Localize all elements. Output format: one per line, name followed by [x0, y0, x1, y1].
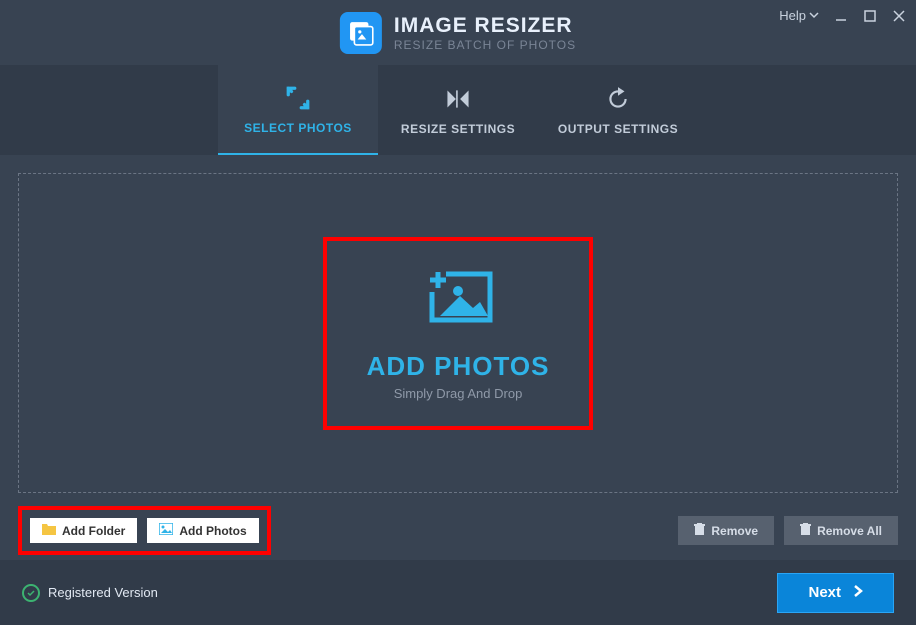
- add-photos-button[interactable]: Add Photos: [147, 518, 258, 543]
- chevron-right-icon: [853, 584, 863, 602]
- drop-zone[interactable]: ADD PHOTOS Simply Drag And Drop: [18, 173, 898, 493]
- tab-output-settings[interactable]: OUTPUT SETTINGS: [538, 65, 698, 155]
- title-center: IMAGE RESIZER RESIZE BATCH OF PHOTOS: [340, 12, 576, 54]
- next-button[interactable]: Next: [777, 573, 894, 613]
- tab-select-photos[interactable]: SELECT PHOTOS: [218, 65, 378, 155]
- remove-label: Remove: [711, 524, 758, 538]
- help-label: Help: [779, 8, 806, 23]
- minimize-button[interactable]: [834, 9, 848, 23]
- bottom-buttons: Add Folder Add Photos Remove Remove A: [18, 506, 898, 555]
- refresh-icon: [605, 84, 631, 114]
- add-photos-subtitle: Simply Drag And Drop: [394, 386, 523, 401]
- chevron-down-icon: [809, 8, 819, 23]
- remove-all-button[interactable]: Remove All: [784, 516, 898, 545]
- tab-label: OUTPUT SETTINGS: [558, 122, 678, 136]
- add-photos-label: Add Photos: [179, 524, 246, 538]
- add-folder-button[interactable]: Add Folder: [30, 518, 137, 543]
- footer: Registered Version Next: [0, 560, 916, 625]
- app-subtitle: RESIZE BATCH OF PHOTOS: [394, 38, 576, 52]
- remove-all-label: Remove All: [817, 524, 882, 538]
- remove-button[interactable]: Remove: [678, 516, 774, 545]
- add-photos-title: ADD PHOTOS: [367, 351, 550, 382]
- folder-icon: [42, 523, 56, 538]
- title-text-block: IMAGE RESIZER RESIZE BATCH OF PHOTOS: [394, 14, 576, 52]
- window-controls: Help: [779, 8, 906, 23]
- trash-icon: [800, 523, 811, 538]
- maximize-button[interactable]: [863, 9, 877, 23]
- left-button-group: Add Folder Add Photos: [18, 506, 271, 555]
- tab-label: RESIZE SETTINGS: [401, 122, 515, 136]
- expand-arrows-icon: [285, 83, 311, 113]
- titlebar: IMAGE RESIZER RESIZE BATCH OF PHOTOS Hel…: [0, 0, 916, 65]
- add-folder-label: Add Folder: [62, 524, 125, 538]
- next-label: Next: [808, 584, 841, 601]
- close-button[interactable]: [892, 9, 906, 23]
- add-photos-box[interactable]: ADD PHOTOS Simply Drag And Drop: [323, 237, 594, 430]
- tabbar: SELECT PHOTOS RESIZE SETTINGS OUTPUT SET…: [0, 65, 916, 155]
- main-area: ADD PHOTOS Simply Drag And Drop Add Fold…: [0, 155, 916, 560]
- help-menu[interactable]: Help: [779, 8, 819, 23]
- right-button-group: Remove Remove All: [678, 516, 898, 545]
- tab-resize-settings[interactable]: RESIZE SETTINGS: [378, 65, 538, 155]
- status-label: Registered Version: [48, 585, 158, 600]
- check-circle-icon: [22, 584, 40, 602]
- tab-label: SELECT PHOTOS: [244, 121, 352, 135]
- app-title: IMAGE RESIZER: [394, 14, 576, 38]
- image-icon: [159, 523, 173, 538]
- registered-status: Registered Version: [22, 584, 158, 602]
- trash-icon: [694, 523, 705, 538]
- add-image-icon: [418, 266, 498, 336]
- app-icon: [340, 12, 382, 54]
- mirror-icon: [445, 84, 471, 114]
